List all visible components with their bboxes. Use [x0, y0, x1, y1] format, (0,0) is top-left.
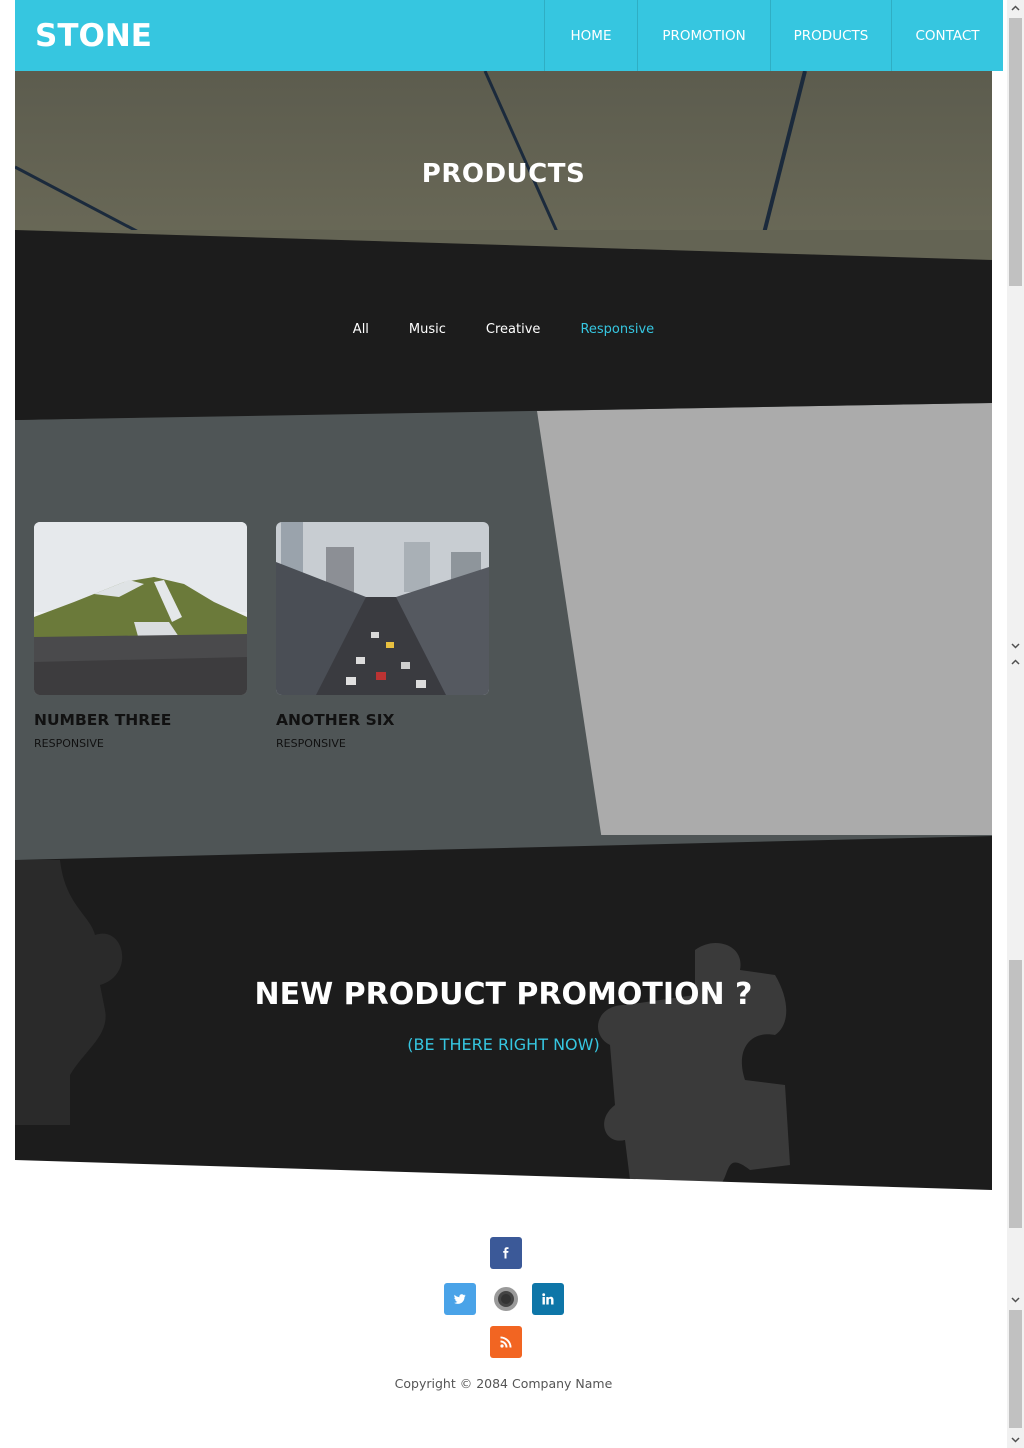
scroll-thumb[interactable] [1009, 960, 1022, 1228]
dribbble-icon [494, 1287, 518, 1311]
nav-home[interactable]: HOME [544, 0, 637, 71]
nav-promotion[interactable]: PROMOTION [637, 0, 770, 71]
puzzle-background [15, 835, 992, 1195]
filter-responsive[interactable]: Responsive [580, 322, 654, 337]
page-title: PRODUCTS [421, 159, 586, 189]
portfolio-card[interactable]: NUMBER THREE RESPONSIVE [34, 522, 247, 750]
twitter-icon [454, 1294, 466, 1304]
promo-title: NEW PRODUCT PROMOTION ? [254, 977, 753, 1012]
portfolio-section: NUMBER THREE RESPONSIVE ANOTHER SIX RESP… [15, 400, 992, 870]
card-title[interactable]: ANOTHER SIX [276, 711, 489, 729]
top-navbar: STONE HOME PROMOTION PRODUCTS CONTACT [15, 0, 1003, 71]
dribbble-button[interactable] [490, 1283, 522, 1315]
filter-creative[interactable]: Creative [486, 322, 541, 337]
scroll-thumb[interactable] [1009, 18, 1022, 286]
card-title[interactable]: NUMBER THREE [34, 711, 247, 729]
scroll-down-arrow-icon[interactable] [1010, 1294, 1021, 1305]
filter-music[interactable]: Music [409, 322, 446, 337]
category-filters: All Music Creative Responsive [15, 322, 992, 337]
rss-button[interactable] [490, 1326, 522, 1358]
page-scrollbar[interactable] [1007, 0, 1024, 1448]
twitter-button[interactable] [444, 1283, 476, 1315]
filter-all[interactable]: All [353, 322, 369, 337]
portfolio-card[interactable]: ANOTHER SIX RESPONSIVE [276, 522, 489, 750]
facebook-icon [503, 1247, 509, 1259]
scroll-up-arrow-icon[interactable] [1010, 657, 1021, 668]
brand-logo[interactable]: STONE [35, 18, 152, 54]
main-nav: HOME PROMOTION PRODUCTS CONTACT [544, 0, 1003, 71]
nav-contact[interactable]: CONTACT [891, 0, 1003, 71]
nav-products[interactable]: PRODUCTS [770, 0, 891, 71]
mountain-thumbnail[interactable] [34, 522, 247, 695]
scroll-down-arrow-icon[interactable] [1010, 640, 1021, 651]
facebook-button[interactable] [490, 1237, 522, 1269]
linkedin-icon [542, 1293, 554, 1305]
promo-link[interactable]: (BE THERE RIGHT NOW) [15, 1035, 992, 1054]
promo-section: NEW PRODUCT PROMOTION ? (BE THERE RIGHT … [15, 835, 992, 1195]
scroll-up-arrow-icon[interactable] [1010, 3, 1021, 14]
copyright-text: Copyright © 2084 Company Name [394, 1376, 613, 1391]
city-traffic-thumbnail[interactable] [276, 522, 489, 695]
card-category: RESPONSIVE [34, 737, 104, 750]
scroll-thumb[interactable] [1009, 1310, 1022, 1428]
linkedin-button[interactable] [532, 1283, 564, 1315]
card-category: RESPONSIVE [276, 737, 346, 750]
rss-icon [500, 1336, 512, 1348]
scroll-down-arrow-icon[interactable] [1010, 1434, 1021, 1445]
